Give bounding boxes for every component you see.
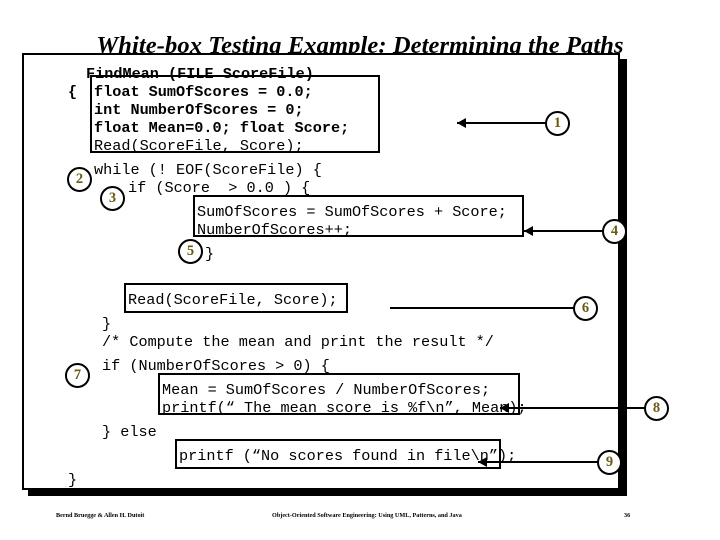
code-line: while (! EOF(ScoreFile) {	[94, 161, 322, 179]
path-marker-8: 8	[644, 396, 669, 421]
code-listing-frame: FindMean (FILE ScoreFile) { float SumOfSco…	[22, 53, 620, 490]
code-line: }	[205, 245, 215, 263]
path-marker-2: 2	[67, 167, 92, 192]
footer-book-title: Object-Oriented Software Engineering: Us…	[272, 512, 462, 519]
arrow-left-icon	[457, 118, 466, 128]
path-marker-1: 1	[545, 111, 570, 136]
code-line: printf(“ The mean score is %f\n”, Mean);	[162, 399, 527, 417]
slide-footer: Bernd Bruegge & Allen H. Dutoit Object-O…	[0, 512, 720, 528]
path-marker-3: 3	[100, 186, 125, 211]
code-line: printf (“No scores found in file\n”);	[179, 447, 517, 465]
connector-9	[478, 461, 599, 463]
code-line: NumberOfScores++;	[197, 221, 352, 239]
code-line: Read(ScoreFile, Score);	[94, 137, 304, 155]
path-marker-9: 9	[597, 450, 622, 475]
code-line: /* Compute the mean and print the result…	[102, 333, 494, 351]
frame-shadow-bottom	[28, 490, 627, 496]
connector-8	[500, 407, 646, 409]
frame-shadow-right	[620, 59, 627, 496]
code-line: FindMean (FILE ScoreFile)	[86, 65, 314, 83]
connector-6	[390, 307, 575, 309]
path-marker-4: 4	[602, 219, 627, 244]
code-line: }	[102, 315, 112, 333]
connector-4	[524, 230, 604, 232]
code-line: float Mean=0.0; float Score;	[94, 119, 350, 137]
connector-1	[457, 122, 547, 124]
code-line: }	[68, 471, 78, 489]
code-line: {	[68, 83, 78, 101]
arrow-left-icon	[500, 403, 509, 413]
code-line: int NumberOfScores = 0;	[94, 101, 304, 119]
code-line: } else	[102, 423, 157, 441]
footer-page-number: 36	[624, 512, 631, 519]
code-layer: FindMean (FILE ScoreFile) { float SumOfSco…	[24, 55, 622, 492]
arrow-left-icon	[478, 457, 487, 467]
code-line: Mean = SumOfScores / NumberOfScores;	[162, 381, 491, 399]
code-line: float SumOfScores = 0.0;	[94, 83, 313, 101]
code-line: if (Score > 0.0 ) {	[128, 179, 311, 197]
path-marker-5: 5	[178, 239, 203, 264]
footer-authors: Bernd Bruegge & Allen H. Dutoit	[56, 512, 145, 519]
code-line: Read(ScoreFile, Score);	[128, 291, 338, 309]
code-line: if (NumberOfScores > 0) {	[102, 357, 330, 375]
code-line: SumOfScores = SumOfScores + Score;	[197, 203, 507, 221]
arrow-left-icon	[524, 226, 533, 236]
path-marker-7: 7	[65, 363, 90, 388]
path-marker-6: 6	[573, 296, 598, 321]
